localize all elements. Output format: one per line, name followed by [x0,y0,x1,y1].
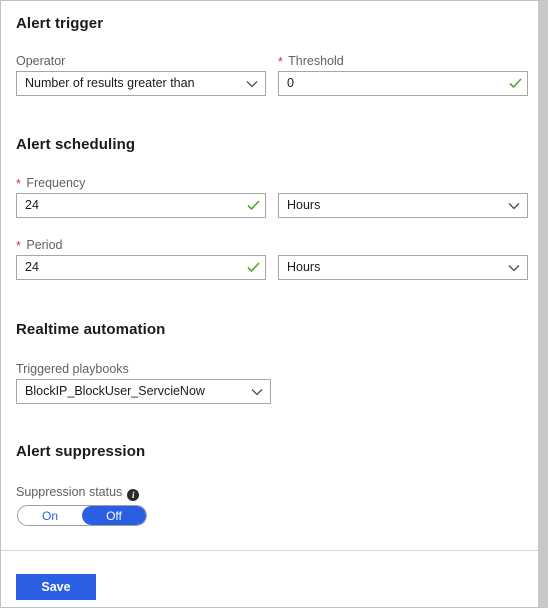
suppression-status-toggle[interactable]: On Off [17,505,147,526]
triggered-playbooks-value: BlockIP_BlockUser_ServcieNow [25,384,205,398]
period-unit-dropdown[interactable]: Hours [278,255,528,280]
frequency-unit-value: Hours [287,198,321,212]
frequency-label-text: Frequency [26,176,86,190]
threshold-label-text: Threshold [288,54,344,68]
valid-check-icon [503,72,527,95]
threshold-label: * Threshold [278,54,344,69]
section-title-alert-trigger: Alert trigger [16,15,104,32]
chevron-down-icon [501,194,527,217]
period-required-star: * [16,239,21,253]
frequency-required-star: * [16,177,21,191]
valid-check-icon [241,194,265,217]
frequency-input[interactable]: 24 [16,193,266,218]
suppression-status-label: Suppression status i [16,485,140,501]
info-icon[interactable]: i [127,489,140,501]
period-unit-value: Hours [287,260,321,274]
section-title-alert-suppression: Alert suppression [16,443,146,460]
period-label-text: Period [26,238,63,252]
toggle-option-off[interactable]: Off [82,506,146,525]
frequency-label: * Frequency [16,176,86,191]
form-body: Alert trigger Operator Number of results… [1,1,538,549]
period-input[interactable]: 24 [16,255,266,280]
section-title-realtime-automation: Realtime automation [16,321,166,338]
triggered-playbooks-label-text: Triggered playbooks [16,362,129,376]
triggered-playbooks-dropdown[interactable]: BlockIP_BlockUser_ServcieNow [16,379,271,404]
frequency-value: 24 [25,198,39,212]
alert-rule-form-panel: Alert trigger Operator Number of results… [1,1,538,607]
chevron-down-icon [239,72,265,95]
footer-divider [1,550,538,551]
operator-dropdown[interactable]: Number of results greater than [16,71,266,96]
section-title-alert-scheduling: Alert scheduling [16,136,136,153]
chevron-down-icon [501,256,527,279]
suppression-status-label-text: Suppression status [16,485,123,499]
triggered-playbooks-label: Triggered playbooks [16,362,129,376]
threshold-input[interactable]: 0 [278,71,528,96]
period-value: 24 [25,260,39,274]
operator-label: Operator [16,54,65,68]
operator-label-text: Operator [16,54,66,68]
chevron-down-icon [244,380,270,403]
valid-check-icon [241,256,265,279]
period-label: * Period [16,238,63,253]
threshold-required-star: * [278,55,283,69]
save-button[interactable]: Save [16,574,96,600]
frequency-unit-dropdown[interactable]: Hours [278,193,528,218]
operator-value: Number of results greater than [25,76,195,90]
toggle-option-on[interactable]: On [18,506,82,525]
alert-rule-panel-frame: Alert trigger Operator Number of results… [0,0,548,608]
threshold-value: 0 [287,76,294,90]
